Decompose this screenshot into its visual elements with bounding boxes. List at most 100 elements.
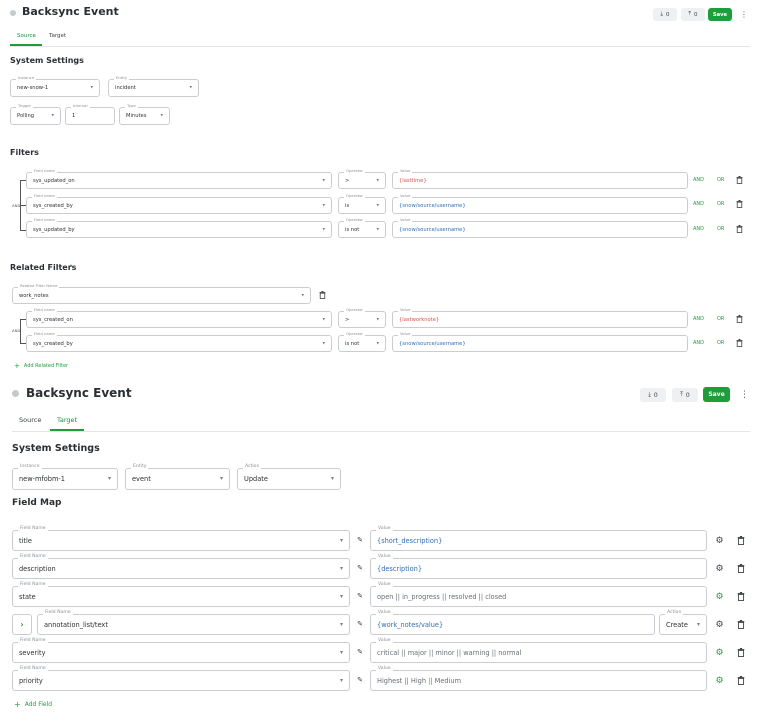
related-filter-operator[interactable]: Operator is not ▾ <box>338 332 386 352</box>
filter-operator[interactable]: Operator is ▾ <box>338 194 386 214</box>
upload-button[interactable]: ⤒ 0 <box>681 8 705 21</box>
trash-icon[interactable] <box>318 290 327 299</box>
or-button[interactable]: OR <box>717 226 724 232</box>
instance-select[interactable]: Instance new-snow-1 ▾ <box>10 75 100 97</box>
or-button[interactable]: OR <box>717 340 724 346</box>
related-filter-field-name[interactable]: Field name sys_created_by ▾ <box>26 332 332 352</box>
gear-icon[interactable]: ⚙ <box>714 591 725 602</box>
and-button[interactable]: AND <box>693 201 704 207</box>
or-button[interactable]: OR <box>717 201 724 207</box>
chevron-up-icon[interactable]: ⌃ <box>67 263 75 271</box>
entity-select[interactable]: Entity event ▾ <box>125 464 230 490</box>
trash-icon[interactable] <box>735 314 744 323</box>
kebab-icon[interactable]: ⋮ <box>740 8 748 21</box>
expand-row-button[interactable]: › <box>12 614 32 635</box>
tab-target[interactable]: Target <box>57 416 77 424</box>
caret-down-icon: ▾ <box>376 177 379 183</box>
trash-icon[interactable] <box>735 675 746 686</box>
related-filter-operator[interactable]: Operator > ▾ <box>338 308 386 328</box>
field-value-input[interactable]: Value {work_notes/value} <box>370 610 655 635</box>
pencil-icon[interactable]: ✎ <box>355 647 365 657</box>
gear-icon[interactable]: ⚙ <box>714 563 725 574</box>
filter-field-name[interactable]: Field name sys_updated_by ▾ <box>26 218 332 238</box>
trash-icon[interactable] <box>735 647 746 658</box>
caret-down-icon: ▾ <box>322 202 325 208</box>
action-select[interactable]: Action Create ▾ <box>659 610 707 635</box>
instance-select[interactable]: Instance new-mfobm-1 ▾ <box>12 464 118 490</box>
and-button[interactable]: AND <box>693 177 704 183</box>
interval-input[interactable]: Interval 1 <box>65 104 115 125</box>
caret-down-icon: ▾ <box>322 316 325 322</box>
download-button[interactable]: ⤓ 0 <box>653 8 677 21</box>
field-value-input[interactable]: Value {description} <box>370 554 707 579</box>
type-select[interactable]: Type Minutes ▾ <box>119 104 170 125</box>
save-button[interactable]: Save <box>703 387 730 402</box>
filter-value[interactable]: Value {snow/source/username} <box>392 218 688 238</box>
trash-icon[interactable] <box>735 619 746 630</box>
kebab-icon[interactable]: ⋮ <box>740 388 749 402</box>
caret-down-icon: ▾ <box>339 536 343 544</box>
instance-label: Instance <box>16 75 37 80</box>
trigger-select[interactable]: Trigger Polling ▾ <box>10 104 61 125</box>
filter-value[interactable]: Value {lasttime} <box>392 169 688 189</box>
filter-field-name[interactable]: Field name sys_created_by ▾ <box>26 194 332 214</box>
trash-icon[interactable] <box>735 563 746 574</box>
plus-icon: + <box>14 362 20 370</box>
action-select[interactable]: Action Update ▾ <box>237 464 341 490</box>
related-filter-field-name[interactable]: Field name sys_created_on ▾ <box>26 308 332 328</box>
upload-icon: ⤒ <box>688 11 691 17</box>
tab-target[interactable]: Target <box>49 33 66 39</box>
filter-operator[interactable]: Operator > ▾ <box>338 169 386 189</box>
and-button[interactable]: AND <box>693 340 704 346</box>
filter-field-name[interactable]: Field name sys_updated_on ▾ <box>26 169 332 189</box>
field-name-select[interactable]: Field Name state ▾ <box>12 582 350 607</box>
caret-down-icon: ▾ <box>301 292 304 298</box>
or-button[interactable]: OR <box>717 316 724 322</box>
pencil-icon[interactable]: ✎ <box>355 619 365 629</box>
field-name-select[interactable]: Field Name title ▾ <box>12 526 350 551</box>
trash-icon[interactable] <box>735 175 744 184</box>
add-field-button[interactable]: + Add Field <box>14 700 52 709</box>
field-value-input[interactable]: Value Highest || High || Medium <box>370 666 707 691</box>
gear-icon[interactable]: ⚙ <box>714 619 725 630</box>
caret-down-icon: ▾ <box>339 620 343 628</box>
related-filter-value[interactable]: Value {lastworknote} <box>392 308 688 328</box>
and-button[interactable]: AND <box>693 316 704 322</box>
trash-icon[interactable] <box>735 338 744 347</box>
related-filter-name-select[interactable]: Related Filter Name work_notes ▾ <box>12 284 311 304</box>
add-related-filter-button[interactable]: + Add Related Filter <box>14 362 68 370</box>
download-button[interactable]: ⤓ 0 <box>640 388 666 402</box>
caret-down-icon: ▾ <box>322 226 325 232</box>
caret-down-icon: ▾ <box>696 620 700 628</box>
field-value-input[interactable]: Value critical || major || minor || warn… <box>370 638 707 663</box>
field-name-select[interactable]: Field Name annotation_list/text ▾ <box>37 610 350 635</box>
pencil-icon[interactable]: ✎ <box>355 591 365 601</box>
related-filter-value[interactable]: Value {snow/source/username} <box>392 332 688 352</box>
trash-icon[interactable] <box>735 535 746 546</box>
pencil-icon[interactable]: ✎ <box>355 563 365 573</box>
field-name-select[interactable]: Field Name priority ▾ <box>12 666 350 691</box>
download-count: 0 <box>653 391 658 399</box>
gear-icon[interactable]: ⚙ <box>714 675 725 686</box>
gear-icon[interactable]: ⚙ <box>714 535 725 546</box>
entity-select[interactable]: Entity incident ▾ <box>108 76 199 97</box>
tab-source[interactable]: Source <box>19 416 41 424</box>
trash-icon[interactable] <box>735 224 744 233</box>
pencil-icon[interactable]: ✎ <box>355 675 365 685</box>
save-button[interactable]: Save <box>708 8 732 21</box>
and-button[interactable]: AND <box>693 226 704 232</box>
pencil-icon[interactable]: ✎ <box>355 535 365 545</box>
trash-icon[interactable] <box>735 591 746 602</box>
upload-button[interactable]: ⤒ 0 <box>672 388 698 402</box>
field-value-input[interactable]: Value open || in_progress || resolved ||… <box>370 582 707 607</box>
gear-icon[interactable]: ⚙ <box>714 647 725 658</box>
tab-source[interactable]: Source <box>17 33 36 39</box>
group-operator-label: AND <box>12 203 21 208</box>
or-button[interactable]: OR <box>717 177 724 183</box>
trash-icon[interactable] <box>735 199 744 208</box>
filter-operator[interactable]: Operator is not ▾ <box>338 218 386 238</box>
filter-value[interactable]: Value {snow/source/username} <box>392 194 688 214</box>
field-value-input[interactable]: Value {short_description} <box>370 526 707 551</box>
field-name-select[interactable]: Field Name severity ▾ <box>12 638 350 663</box>
field-name-select[interactable]: Field Name description ▾ <box>12 554 350 579</box>
